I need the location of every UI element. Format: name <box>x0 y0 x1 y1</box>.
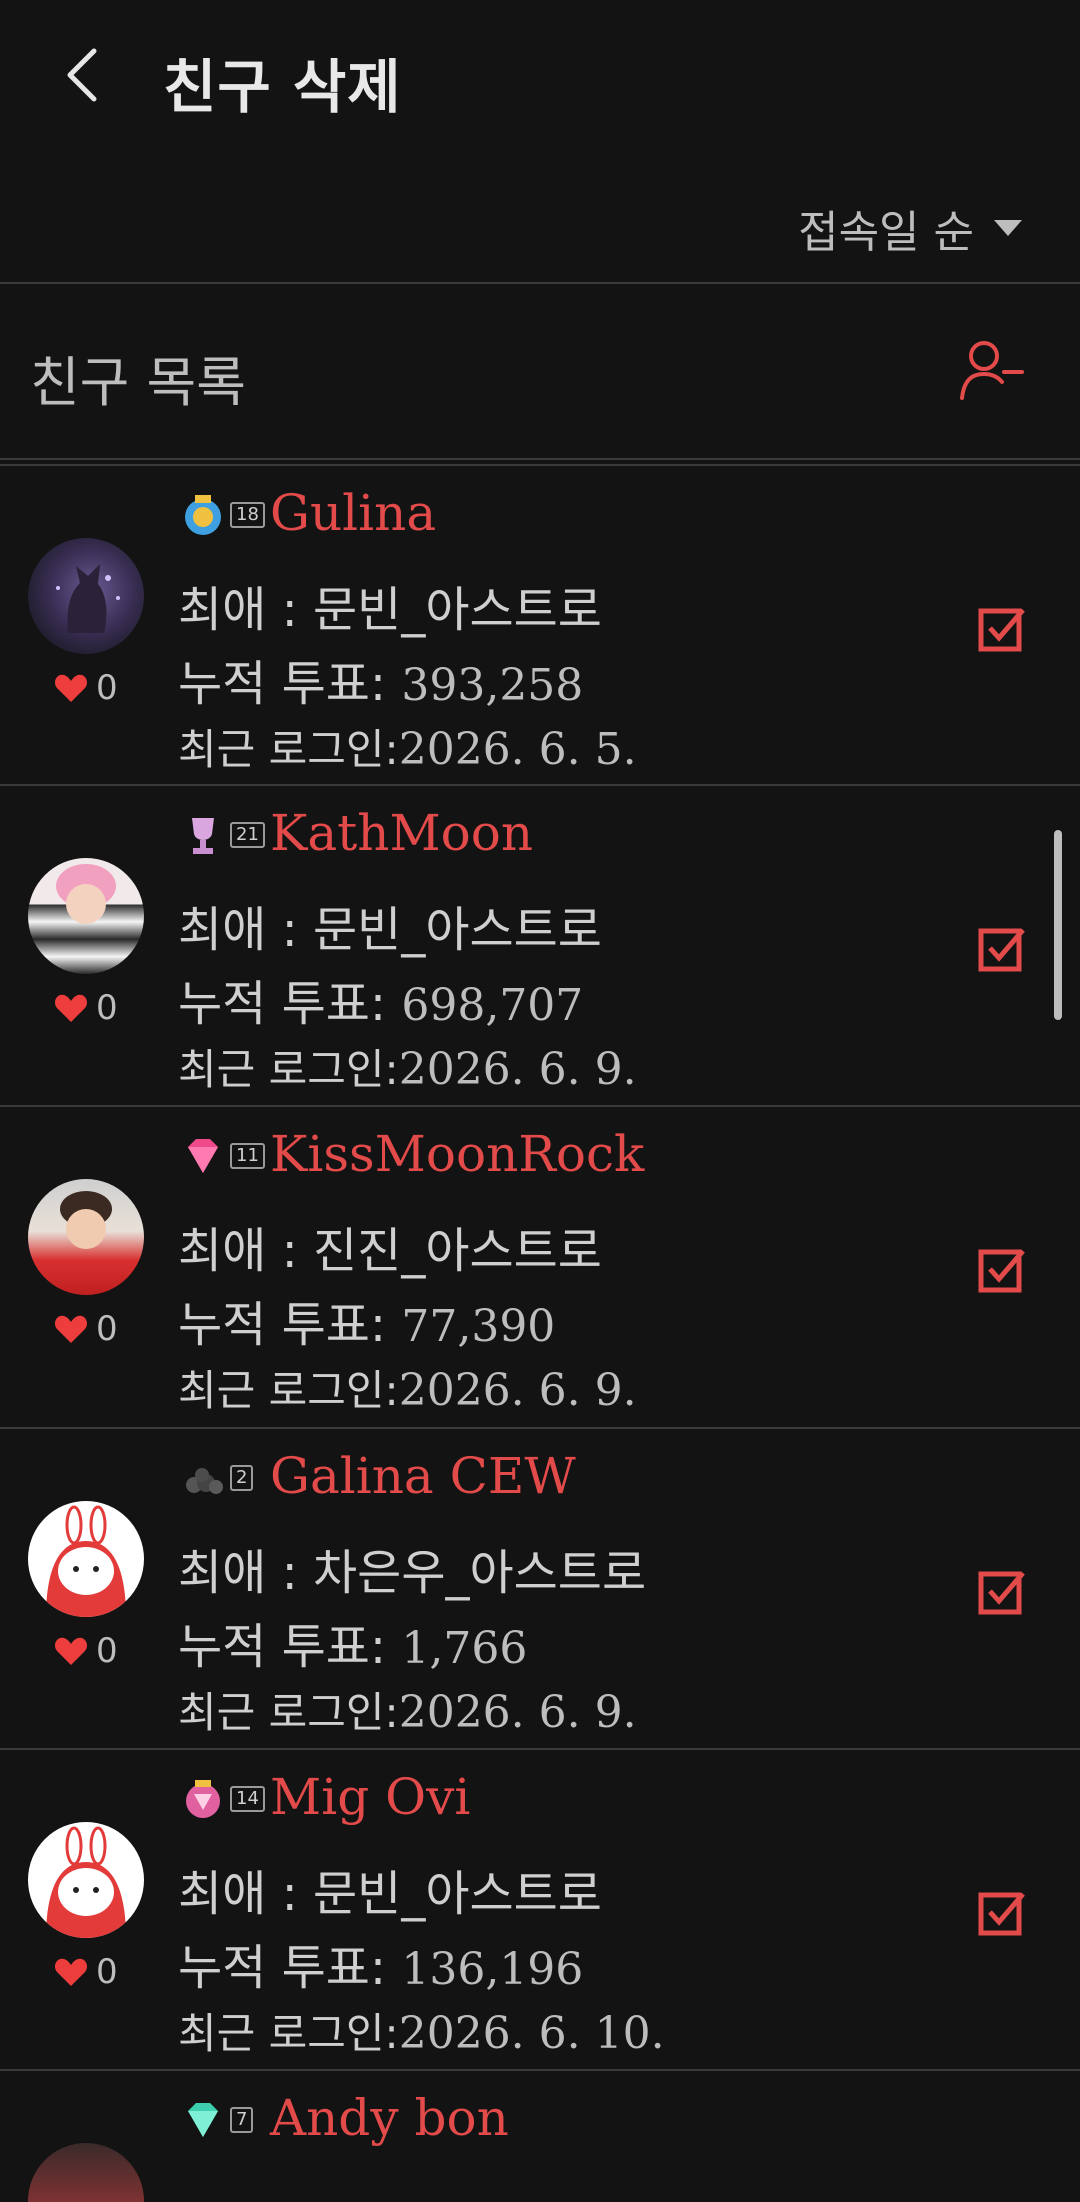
favorite-idol: 최애 : 문빈_아스트로 <box>178 582 602 638</box>
favorite-idol: 최애 : 문빈_아스트로 <box>178 902 602 958</box>
app-header: 친구 삭제 <box>0 0 1080 160</box>
avatar <box>28 2143 144 2202</box>
coal-icon <box>186 1468 223 1494</box>
level-badge: 2 <box>180 1455 254 1501</box>
friend-row[interactable]: 0 11 KissMoonRock 최애 : 진진_아스트로 누적 투표: 77… <box>0 1107 1080 1427</box>
trophy-icon <box>192 818 214 854</box>
pink-crest-icon <box>186 1780 220 1818</box>
checkbox-checked-icon[interactable] <box>978 1888 1026 1936</box>
level-badge: 14 <box>180 1776 265 1822</box>
page-title: 친구 삭제 <box>163 53 402 121</box>
caret-down-icon <box>994 220 1022 236</box>
chevron-left-icon <box>67 48 97 102</box>
divider <box>0 458 1080 460</box>
favorite-idol: 최애 : 진진_아스트로 <box>178 1223 602 1279</box>
checkbox-checked-icon[interactable] <box>978 1567 1026 1615</box>
like-count[interactable]: 0 <box>54 1952 118 1992</box>
friend-name: Gulina <box>270 484 437 542</box>
last-login: 최근 로그인:2026. 6. 9. <box>178 1044 637 1095</box>
total-votes: 누적 투표: 136,196 <box>178 1940 584 1996</box>
heart-icon <box>54 994 88 1022</box>
last-login: 최근 로그인:2026. 6. 9. <box>178 1365 637 1416</box>
checkbox-checked-icon[interactable] <box>978 604 1026 652</box>
like-count[interactable]: 0 <box>54 668 118 708</box>
person-avatar-image <box>56 864 116 924</box>
avatar <box>28 1179 144 1295</box>
avatar <box>28 1501 144 1617</box>
like-count[interactable]: 0 <box>54 1631 118 1671</box>
friend-name: Galina CEW <box>270 1447 576 1505</box>
friend-row[interactable]: 0 18 Gulina 최애 : 문빈_아스트로 누적 투표: 393,258 … <box>0 466 1080 786</box>
heart-icon <box>54 1637 88 1665</box>
avatar <box>28 538 144 654</box>
total-votes: 누적 투표: 393,258 <box>178 656 584 712</box>
heart-icon <box>54 1315 88 1343</box>
pink-diamond-icon <box>188 1139 218 1173</box>
favorite-idol: 최애 : 문빈_아스트로 <box>178 1866 602 1922</box>
checkbox-checked-icon[interactable] <box>978 924 1026 972</box>
back-button[interactable] <box>52 38 112 112</box>
friend-row[interactable]: 0 21 KathMoon 최애 : 문빈_아스트로 누적 투표: 698,70… <box>0 786 1080 1106</box>
sort-dropdown[interactable]: 접속일 순 <box>798 196 1022 260</box>
avatar <box>28 1822 144 1938</box>
friend-row[interactable]: 7 Andy bon <box>0 2071 1080 2202</box>
like-count[interactable]: 0 <box>54 988 118 1028</box>
level-badge: 7 <box>180 2097 254 2143</box>
total-votes: 누적 투표: 77,390 <box>178 1297 556 1353</box>
avatar <box>28 858 144 974</box>
crest-icon <box>185 495 221 535</box>
friend-name: KissMoonRock <box>270 1125 645 1183</box>
friend-name: Mig Ovi <box>270 1768 471 1826</box>
last-login: 최근 로그인:2026. 6. 9. <box>178 1687 637 1738</box>
total-votes: 누적 투표: 1,766 <box>178 1619 528 1675</box>
level-badge: 21 <box>180 812 265 858</box>
heart-icon <box>54 674 88 702</box>
level-badge: 18 <box>180 492 265 538</box>
teal-diamond-icon <box>188 2103 218 2137</box>
level-badge: 11 <box>180 1133 265 1179</box>
user-minus-icon <box>960 341 1024 400</box>
friend-list-title: 친구 목록 <box>30 351 246 414</box>
last-login: 최근 로그인:2026. 6. 10. <box>178 2008 665 2059</box>
like-count[interactable]: 0 <box>54 1309 118 1349</box>
scrollbar[interactable] <box>1054 830 1062 1020</box>
friend-row[interactable]: 0 2 Galina CEW 최애 : 차은우_아스트로 누적 투표: 1,76… <box>0 1429 1080 1749</box>
friend-name: KathMoon <box>270 804 534 862</box>
total-votes: 누적 투표: 698,707 <box>178 976 584 1032</box>
friend-row[interactable]: 0 14 Mig Ovi 최애 : 문빈_아스트로 누적 투표: 136,196… <box>0 1750 1080 2070</box>
person-avatar-image <box>60 1191 112 1249</box>
heart-icon <box>54 1958 88 1986</box>
bunny-avatar-image <box>46 1505 126 1617</box>
divider <box>0 282 1080 284</box>
favorite-idol: 최애 : 차은우_아스트로 <box>178 1545 647 1601</box>
bunny-avatar-image <box>46 1826 126 1938</box>
sort-label: 접속일 순 <box>798 207 974 258</box>
checkbox-checked-icon[interactable] <box>978 1245 1026 1293</box>
cat-avatar-image <box>56 564 120 633</box>
remove-friend-button[interactable] <box>958 336 1024 402</box>
last-login: 최근 로그인:2026. 6. 5. <box>178 724 637 775</box>
friend-name: Andy bon <box>270 2089 509 2147</box>
